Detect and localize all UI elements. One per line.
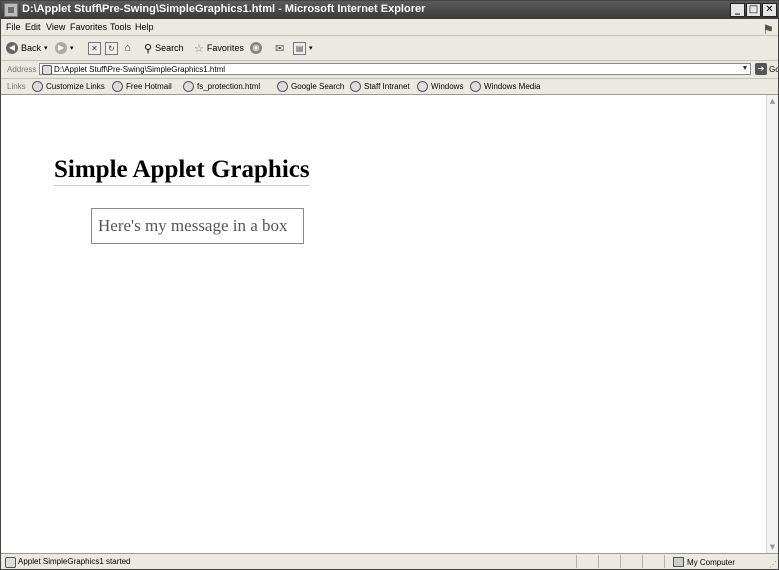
forward-arrow-icon: ▶ — [55, 42, 67, 54]
page-content: Simple Applet Graphics Here's my message… — [1, 95, 766, 553]
link-label: Windows — [431, 82, 464, 91]
home-button[interactable]: ⌂ — [122, 41, 133, 55]
status-bar: Applet SimpleGraphics1 started My Comput… — [1, 553, 778, 569]
link-staff-intranet[interactable]: Staff Intranet — [350, 81, 410, 92]
status-divider — [664, 555, 665, 568]
address-value: D:\Applet Stuff\Pre-Swing\SimpleGraphics… — [54, 65, 226, 74]
stop-icon: ✕ — [88, 41, 101, 55]
applet-message: Here's my message in a box — [98, 216, 288, 235]
ie-page-icon — [4, 3, 18, 17]
address-bar: Address D:\Applet Stuff\Pre-Swing\Simple… — [1, 61, 778, 79]
favorites-label: Favorites — [206, 43, 244, 53]
link-label: Staff Intranet — [364, 82, 410, 91]
media-button[interactable]: ◉ — [250, 41, 262, 55]
link-windows-media[interactable]: Windows Media — [470, 81, 540, 92]
back-dropdown-icon: ▾ — [44, 45, 48, 52]
link-fs-protection[interactable]: fs_protection.html — [183, 81, 260, 92]
link-label: fs_protection.html — [197, 82, 261, 91]
back-arrow-icon: ◀ — [6, 42, 18, 54]
menu-help[interactable]: Help — [135, 22, 154, 32]
go-button[interactable]: ➔ Go — [755, 63, 779, 75]
ie-link-icon — [350, 81, 361, 92]
standard-toolbar: ◀ Back ▾ ▶ ▾ ✕ ↻ ⌂ ⚲ Search ☆ Favorites … — [1, 36, 778, 61]
ie-link-icon — [112, 81, 123, 92]
menu-edit[interactable]: Edit — [25, 22, 41, 32]
vertical-scrollbar[interactable]: ▲ ▼ — [766, 95, 778, 553]
print-button[interactable]: ▤ ▾ — [293, 41, 313, 55]
scroll-down-icon[interactable]: ▼ — [767, 541, 778, 553]
address-label: Address — [7, 65, 37, 74]
link-label: Google Search — [291, 82, 345, 91]
media-icon: ◉ — [250, 42, 262, 54]
link-label: Free Hotmail — [126, 82, 172, 91]
browser-window: D:\Applet Stuff\Pre-Swing\SimpleGraphics… — [0, 0, 779, 570]
link-customize-links[interactable]: Customize Links — [32, 81, 105, 92]
go-arrow-icon: ➔ — [755, 63, 767, 75]
ie-link-icon — [470, 81, 481, 92]
forward-dropdown-icon: ▾ — [70, 45, 74, 52]
link-label: Customize Links — [46, 82, 105, 91]
links-label: Links — [7, 82, 26, 91]
resize-grip-icon[interactable]: ⋰ — [769, 560, 777, 569]
menu-view[interactable]: View — [46, 22, 65, 32]
title-bar[interactable]: D:\Applet Stuff\Pre-Swing\SimpleGraphics… — [1, 1, 778, 19]
favorites-button[interactable]: ☆ Favorites — [194, 41, 244, 55]
back-label: Back — [21, 43, 42, 53]
status-divider — [620, 555, 621, 568]
status-page-icon — [5, 557, 16, 568]
mail-button[interactable]: ✉ — [275, 41, 284, 55]
back-button[interactable]: ◀ Back ▾ — [6, 41, 48, 55]
stop-button[interactable]: ✕ — [88, 41, 101, 55]
print-dropdown-icon: ▾ — [309, 45, 313, 52]
minimize-button[interactable]: _ — [730, 3, 745, 17]
home-icon: ⌂ — [124, 41, 131, 54]
forward-button[interactable]: ▶ ▾ — [55, 41, 74, 55]
link-label: Windows Media — [484, 82, 541, 91]
address-dropdown-icon[interactable]: ▼ — [740, 64, 750, 74]
scroll-up-icon[interactable]: ▲ — [767, 95, 778, 107]
close-button[interactable]: ✕ — [762, 3, 777, 17]
search-label: Search — [155, 43, 184, 53]
menu-file[interactable]: File — [6, 22, 21, 32]
address-input[interactable]: D:\Applet Stuff\Pre-Swing\SimpleGraphics… — [39, 63, 751, 75]
ie-link-icon — [277, 81, 288, 92]
mail-icon: ✉ — [275, 42, 285, 55]
status-divider — [576, 555, 577, 568]
link-free-hotmail[interactable]: Free Hotmail — [112, 81, 172, 92]
status-divider — [598, 555, 599, 568]
go-label: Go — [769, 64, 779, 74]
refresh-button[interactable]: ↻ — [105, 41, 118, 55]
security-zone: My Computer — [673, 557, 735, 567]
search-icon: ⚲ — [144, 42, 153, 55]
star-icon: ☆ — [194, 42, 204, 55]
window-title: D:\Applet Stuff\Pre-Swing\SimpleGraphics… — [22, 3, 426, 15]
menu-favorites[interactable]: Favorites — [70, 22, 107, 32]
computer-icon — [673, 557, 684, 567]
link-windows[interactable]: Windows — [417, 81, 463, 92]
search-button[interactable]: ⚲ Search — [144, 41, 184, 55]
link-google-search[interactable]: Google Search — [277, 81, 344, 92]
menu-bar: File Edit View Favorites Tools Help ⚑ — [1, 19, 778, 37]
links-bar: Links Customize Links Free Hotmail fs_pr… — [1, 79, 778, 95]
status-text: Applet SimpleGraphics1 started — [18, 557, 131, 566]
maximize-button[interactable]: □ — [746, 3, 761, 17]
zone-label: My Computer — [687, 557, 736, 567]
refresh-icon: ↻ — [105, 41, 118, 55]
ie-link-icon — [183, 81, 194, 92]
status-divider — [642, 555, 643, 568]
ie-link-icon — [32, 81, 43, 92]
page-heading: Simple Applet Graphics — [54, 156, 310, 186]
print-icon: ▤ — [293, 41, 306, 55]
page-icon — [42, 65, 52, 75]
menu-tools[interactable]: Tools — [110, 22, 131, 32]
ie-link-icon — [417, 81, 428, 92]
